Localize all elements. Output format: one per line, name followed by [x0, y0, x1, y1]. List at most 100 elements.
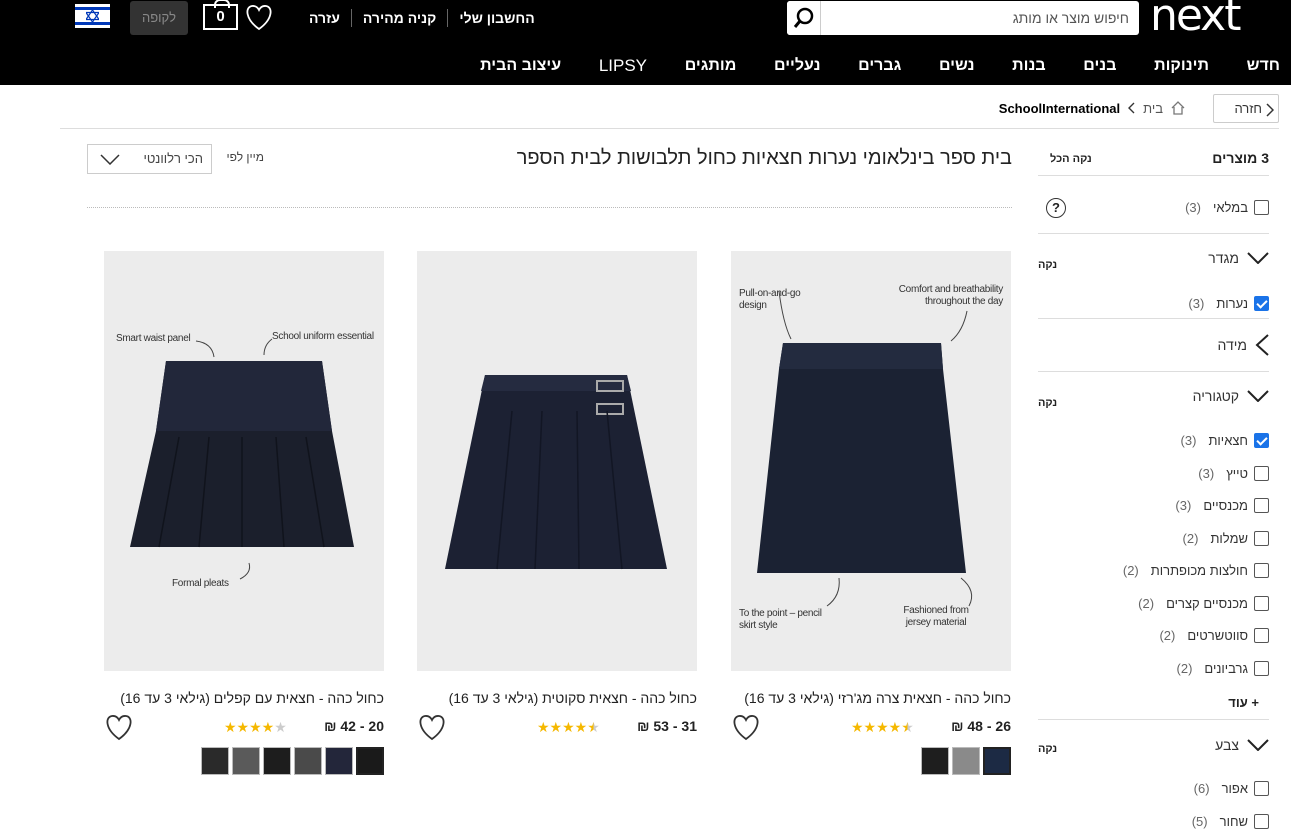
checkbox[interactable] [1254, 562, 1269, 578]
nav-women[interactable]: נשים [939, 57, 975, 75]
filter-category-header[interactable]: קטגוריה [1069, 388, 1269, 404]
checkbox[interactable] [1254, 199, 1269, 215]
shopping-bag-icon[interactable]: 0 [203, 0, 238, 30]
filter-gender-header[interactable]: מגדר [1069, 250, 1269, 266]
option-count: (3) [1188, 295, 1205, 311]
checkbox[interactable] [1254, 780, 1269, 796]
checkbox[interactable] [1254, 660, 1269, 676]
nav-home-design[interactable]: עיצוב הבית [480, 57, 561, 75]
next-logo[interactable]: next [1150, 0, 1276, 38]
product-image[interactable]: Smart waist panel School uniform essenti… [104, 251, 384, 671]
image-callout: Smart waist panel [116, 333, 191, 344]
color-swatch[interactable] [294, 747, 322, 775]
color-swatch[interactable] [983, 747, 1011, 775]
filter-option[interactable]: נערות (3) [1059, 294, 1269, 312]
checkbox[interactable] [1254, 627, 1269, 643]
section-title: מגדר [1208, 250, 1239, 266]
image-callout: Comfort and breathability throughout the… [898, 284, 1004, 307]
checkbox[interactable] [1254, 497, 1269, 513]
favourite-heart-icon[interactable] [102, 712, 136, 742]
rating-stars: ★★★★★ [224, 719, 287, 735]
product-name[interactable]: כחול כהה - חצאית צרה מג'רזי (גילאי 3 עד … [731, 690, 1011, 706]
color-swatch[interactable] [356, 747, 384, 775]
option-label: שחור [1219, 813, 1248, 829]
filter-in-stock[interactable]: במלאי (3) [1059, 198, 1269, 216]
color-swatch[interactable] [263, 747, 291, 775]
checkbox[interactable] [1254, 465, 1269, 481]
product-image[interactable]: Pull-on-and-go design Comfort and breath… [731, 251, 1011, 671]
search-box [787, 1, 1139, 35]
clear-color-link[interactable]: נקה [1038, 743, 1057, 755]
filter-option[interactable]: שחור (5) [1059, 812, 1269, 830]
checkbox[interactable] [1254, 813, 1269, 829]
image-callout: Fashioned from jersey material [903, 605, 969, 628]
back-button[interactable]: חזרה [1213, 94, 1279, 123]
option-count: (2) [1159, 627, 1176, 643]
filter-option[interactable]: מכנסיים (3) [1059, 496, 1269, 514]
option-count: (2) [1176, 660, 1193, 676]
israel-flag-icon[interactable] [75, 4, 110, 28]
help-link[interactable]: עזרה [298, 9, 351, 27]
page-title: בית ספר בינלאומי נערות חצאיות כחול תלבוש… [516, 147, 1012, 169]
chevron-left-icon [1255, 334, 1269, 356]
filter-color-header[interactable]: צבע [1069, 737, 1269, 753]
breadcrumb-home[interactable]: בית [1143, 101, 1163, 116]
option-count: (3) [1175, 497, 1192, 513]
breadcrumb-current: SchoolInternational [998, 100, 1121, 116]
option-label: שמלות [1210, 530, 1248, 546]
nav-girls[interactable]: בנות [1012, 57, 1045, 75]
option-label: גרביונים [1204, 660, 1248, 676]
favourite-heart-icon[interactable] [415, 712, 449, 742]
sort-dropdown[interactable]: הכי רלוונטי [87, 144, 212, 174]
main-nav: חדש תינוקות בנים בנות נשים גברים נעליים … [480, 52, 1280, 80]
skirt-image [130, 338, 354, 580]
filter-option[interactable]: שמלות (2) [1059, 529, 1269, 547]
nav-men[interactable]: גברים [858, 57, 901, 75]
my-account-link[interactable]: החשבון שלי [447, 9, 545, 27]
color-swatch[interactable] [325, 747, 353, 775]
filter-size-header[interactable]: מידה [1069, 334, 1269, 356]
clear-category-link[interactable]: נקה [1038, 397, 1057, 409]
nav-babies[interactable]: תינוקות [1154, 57, 1209, 75]
favourites-heart-icon[interactable] [243, 3, 275, 31]
filter-option[interactable]: גרביונים (2) [1059, 659, 1269, 677]
favourite-heart-icon[interactable] [729, 712, 763, 742]
option-label: חולצות מכופתרות [1150, 562, 1248, 578]
clear-gender-link[interactable]: נקה [1038, 259, 1057, 271]
checkout-button[interactable]: לקופה [130, 1, 188, 35]
quick-buy-link[interactable]: קניה מהירה [350, 9, 447, 27]
skirt-image [445, 375, 667, 570]
filter-option[interactable]: טייץ (3) [1059, 464, 1269, 482]
color-swatch[interactable] [921, 747, 949, 775]
color-swatch[interactable] [232, 747, 260, 775]
chevron-right-icon [1266, 103, 1274, 117]
nav-lipsy[interactable]: LIPSY [599, 56, 647, 76]
nav-new[interactable]: חדש [1247, 57, 1280, 75]
checkbox[interactable] [1254, 295, 1269, 311]
filter-option[interactable]: סווטשרטים (2) [1059, 626, 1269, 644]
clear-all-link[interactable]: נקה הכל [1050, 153, 1092, 165]
checkbox[interactable] [1254, 595, 1269, 611]
section-title: קטגוריה [1192, 388, 1239, 404]
filter-option[interactable]: חצאיות (3) [1059, 431, 1269, 449]
checkbox[interactable] [1254, 432, 1269, 448]
product-price: 26 - 48 ₪ [951, 718, 1011, 734]
divider [1038, 175, 1269, 176]
nav-shoes[interactable]: נעליים [774, 57, 820, 75]
product-name[interactable]: כחול כהה - חצאית סקוטית (גילאי 3 עד 16) [417, 690, 697, 706]
nav-boys[interactable]: בנים [1083, 57, 1116, 75]
filter-option[interactable]: חולצות מכופתרות (2) [1059, 561, 1269, 579]
search-input[interactable] [821, 1, 1135, 35]
product-name[interactable]: כחול כהה - חצאית עם קפלים (גילאי 3 עד 16… [104, 690, 384, 706]
more-categories-link[interactable]: + עוד [1228, 695, 1259, 710]
filter-option[interactable]: מכנסיים קצרים (2) [1059, 594, 1269, 612]
product-image[interactable] [417, 251, 697, 671]
color-swatch[interactable] [952, 747, 980, 775]
home-icon[interactable] [1171, 101, 1185, 115]
color-swatch[interactable] [201, 747, 229, 775]
filter-option[interactable]: אפור (6) [1059, 779, 1269, 797]
checkbox[interactable] [1254, 530, 1269, 546]
nav-brands[interactable]: מותגים [685, 57, 737, 75]
search-button[interactable] [787, 1, 821, 35]
help-icon[interactable]: ? [1046, 198, 1066, 218]
